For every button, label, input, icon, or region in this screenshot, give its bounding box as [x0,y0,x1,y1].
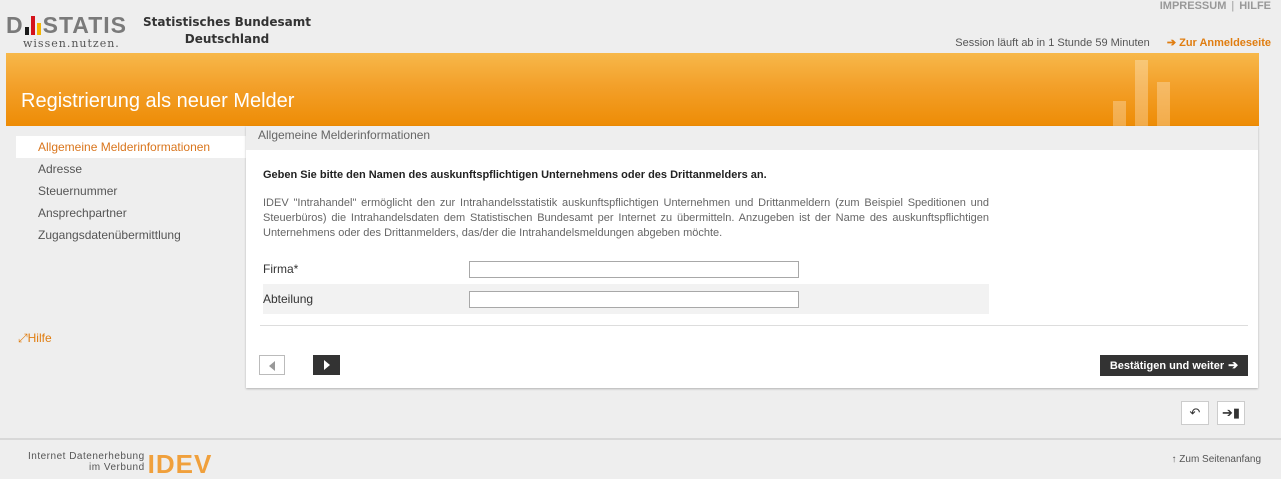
footer-divider [0,438,1281,440]
external-link-icon: ⤢ [18,331,28,345]
page-title: Registrierung als neuer Melder [21,90,295,112]
form-description: IDEV "Intrahandel" ermöglicht den zur In… [263,197,989,239]
firma-label: Firma* [263,262,299,276]
next-button[interactable] [313,355,340,375]
back-to-top-link[interactable]: ↑ Zum Seitenanfang [1172,454,1262,465]
sidebar-item-adresse[interactable]: Adresse [16,158,246,180]
link-separator: | [1231,0,1235,12]
header: D STATIS wissen.nutzen. Statistisches Bun… [0,0,1281,56]
form-panel: Allgemeine Melderinformationen Geben Sie… [246,126,1258,388]
abteilung-input[interactable] [469,291,799,308]
impressum-link[interactable]: IMPRESSUM [1160,0,1227,12]
idev-logo: Internet Datenerhebung im Verbund IDEV [28,451,212,477]
arrow-up-icon: ↑ [1171,454,1177,465]
sidebar-item-ansprechpartner[interactable]: Ansprechpartner [16,202,246,224]
triangle-left-icon [269,361,275,371]
sidebar-item-allgemeine-melderinformationen[interactable]: Allgemeine Melderinformationen [16,136,246,158]
organization-name: Statistisches Bundesamt Deutschland [143,15,312,46]
firma-input[interactable] [469,261,799,278]
help-link[interactable]: ⤢Hilfe [18,331,52,346]
reset-button[interactable]: ↶ [1181,401,1209,425]
firma-row: Firma* [263,254,989,284]
login-page-link[interactable]: ➔ Zur Anmeldeseite [1167,37,1271,49]
sidebar-item-zugangsdatenuebermittlung[interactable]: Zugangsdatenübermittlung [16,224,246,246]
session-info: Session läuft ab in 1 Stunde 59 Minuten … [955,36,1271,49]
undo-icon: ↶ [1189,405,1201,420]
logout-door-icon: ➔▮ [1221,405,1241,420]
previous-button[interactable] [259,355,285,375]
arrow-right-icon: ➔ [1166,37,1177,49]
idev-logo-mark: IDEV [147,449,213,479]
exit-button[interactable]: ➔▮ [1217,401,1245,425]
abteilung-row: Abteilung [263,284,989,314]
divider [260,325,1248,326]
bar-decoration-icon [1113,56,1173,126]
triangle-right-icon [324,360,330,370]
sidebar-nav: Allgemeine Melderinformationen Adresse S… [16,136,246,246]
bar-chart-logo-icon [24,16,42,35]
destatis-logo[interactable]: D STATIS wissen.nutzen. [6,12,127,51]
sidebar-item-steuernummer[interactable]: Steuernummer [16,180,246,202]
confirm-and-continue-button[interactable]: Bestätigen und weiter ➔ [1100,355,1248,376]
breadcrumb: Allgemeine Melderinformationen [246,126,1258,150]
page-banner: Registrierung als neuer Melder [6,53,1259,126]
idev-logo-text: Internet Datenerhebung im Verbund [28,451,145,473]
form-question: Geben Sie bitte den Namen des auskunftsp… [263,169,767,181]
help-top-link[interactable]: HILFE [1239,0,1271,12]
session-timer: Session läuft ab in 1 Stunde 59 Minuten [955,37,1150,49]
logo-tagline: wissen.nutzen. [23,37,120,50]
arrow-right-icon: ➔ [1228,358,1239,372]
abteilung-label: Abteilung [263,292,314,306]
logo-word: D STATIS [6,12,127,38]
top-links: IMPRESSUM | HILFE [1160,0,1271,12]
